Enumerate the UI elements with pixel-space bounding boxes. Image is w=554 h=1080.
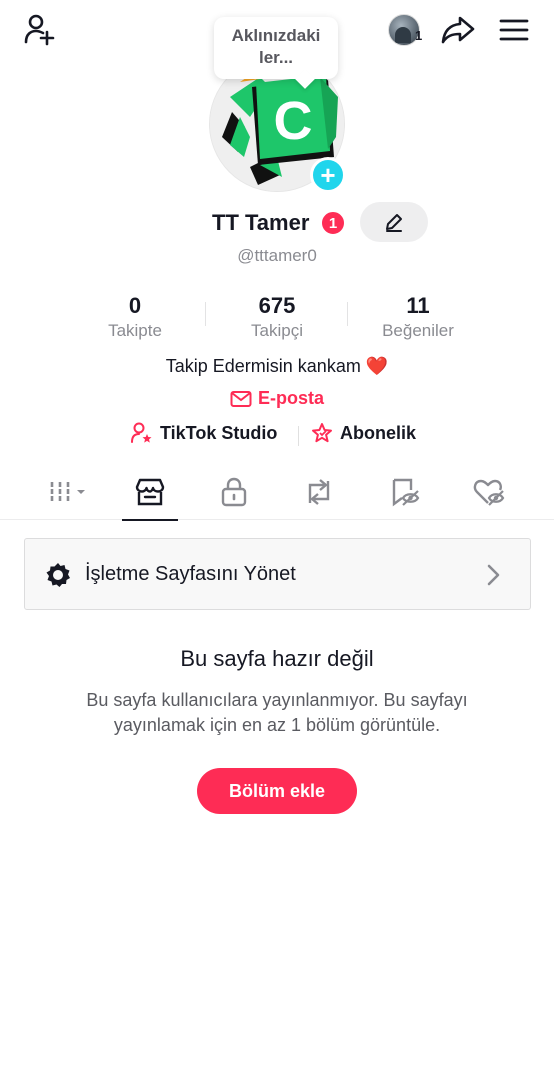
manage-business-page-row[interactable]: İşletme Sayfasını Yönet — [24, 538, 531, 610]
share-icon[interactable] — [438, 12, 478, 48]
tooltip-text: Aklınızdaki ler... — [231, 26, 321, 67]
svg-text:C: C — [274, 91, 313, 151]
email-link[interactable]: E-posta — [0, 388, 554, 409]
edit-profile-button[interactable] — [360, 202, 428, 242]
manage-business-label: İşletme Sayfasını Yönet — [85, 563, 296, 585]
stat-label: Takipte — [108, 321, 162, 340]
pencil-icon — [386, 214, 402, 232]
stat-value: 11 — [406, 293, 430, 318]
empty-state-title: Bu sayfa hazır değil — [180, 646, 374, 671]
person-star-icon — [131, 422, 152, 443]
lock-icon — [221, 477, 247, 507]
gear-icon — [46, 563, 70, 587]
tiktok-studio-link[interactable]: TikTok Studio — [130, 422, 277, 444]
account-switcher[interactable]: 1 — [382, 12, 426, 48]
account-count: 1 — [415, 28, 423, 43]
profile-stats: 0 Takipte 675 Takipçi 11 Beğeniler — [0, 292, 554, 348]
grid-icon — [50, 482, 85, 502]
status-tooltip[interactable]: Aklınızdaki ler... — [214, 17, 338, 79]
star-badge-icon — [312, 423, 332, 443]
stat-followers[interactable]: 675 Takipçi — [217, 292, 337, 342]
profile-bio: Takip Edermisin kankam ❤️ — [165, 356, 389, 376]
stat-value: 675 — [258, 293, 296, 318]
name-row: TT Tamer 1 — [0, 202, 554, 242]
tiktok-studio-label: TikTok Studio — [160, 422, 278, 443]
tab-reposts[interactable] — [284, 464, 354, 520]
tab-private[interactable] — [199, 464, 269, 520]
notification-badge[interactable]: 1 — [320, 210, 346, 236]
mail-icon — [230, 390, 252, 407]
stat-value: 0 — [128, 293, 142, 318]
link-divider — [298, 426, 299, 446]
subscription-label: Abonelik — [340, 422, 417, 443]
tab-shop[interactable] — [115, 464, 185, 521]
stat-divider — [205, 302, 206, 326]
hidden-bookmark-icon — [392, 478, 420, 507]
add-section-button[interactable]: Bölüm ekle — [197, 768, 357, 814]
liked-heart-icon — [473, 479, 505, 506]
add-avatar-plus-icon[interactable]: + — [310, 157, 346, 193]
tab-liked-hidden[interactable] — [454, 464, 524, 520]
repost-icon — [308, 479, 330, 505]
profile-links: TikTok Studio Abonelik — [0, 422, 554, 450]
profile-tabs — [0, 464, 554, 521]
add-friend-icon[interactable] — [20, 12, 60, 48]
email-label: E-posta — [257, 388, 324, 408]
stat-likes[interactable]: 11 Beğeniler — [358, 292, 478, 342]
menu-icon[interactable] — [494, 12, 534, 48]
tab-saved-hidden[interactable] — [370, 464, 440, 520]
stat-label: Takipçi — [251, 321, 303, 340]
empty-state-description: Bu sayfa kullanıcılara yayınlanmıyor. Bu… — [86, 690, 468, 735]
subscription-link[interactable]: Abonelik — [310, 422, 416, 444]
username: @tttamer0 — [237, 246, 317, 265]
chevron-right-icon — [487, 564, 500, 586]
shop-icon — [135, 478, 165, 506]
tab-videos[interactable] — [35, 464, 105, 520]
stat-label: Beğeniler — [382, 321, 454, 340]
display-name: TT Tamer — [212, 210, 310, 235]
stat-divider — [347, 302, 348, 326]
stat-following[interactable]: 0 Takipte — [75, 292, 195, 342]
